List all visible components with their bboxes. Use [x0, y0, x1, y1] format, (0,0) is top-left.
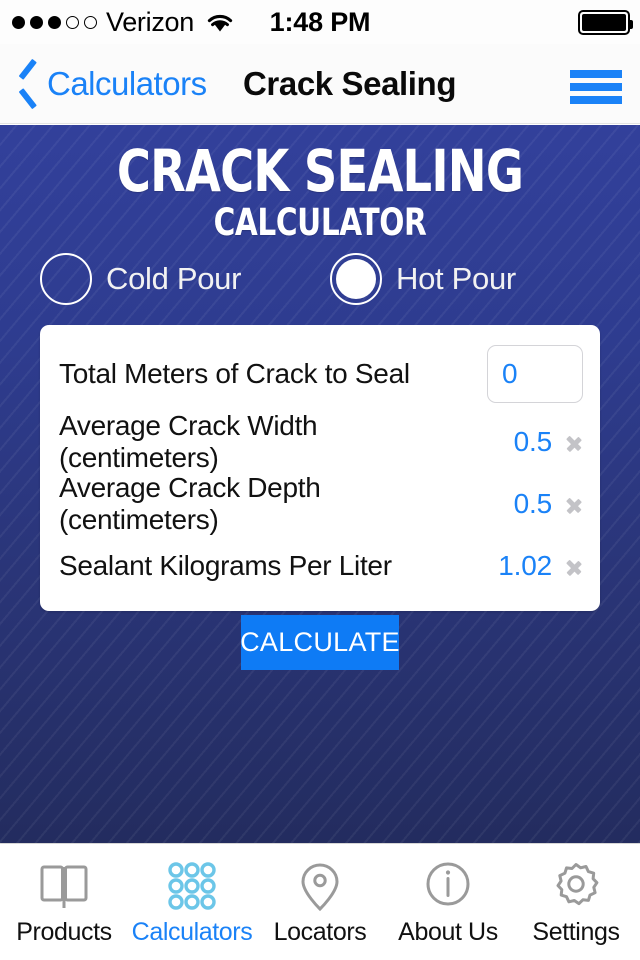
chevron-right-icon	[562, 553, 588, 579]
tab-label-about-us: About Us	[398, 918, 498, 946]
calculator-form-card: Total Meters of Crack to Seal 0 Average …	[40, 325, 600, 611]
app-screen: Verizon 1:48 PM Calculators Crack Sealin…	[0, 0, 640, 960]
back-button-label: Calculators	[47, 65, 207, 102]
form-value-sealant-kg-per-liter: 1.02	[498, 550, 552, 581]
hamburger-menu-icon[interactable]	[570, 70, 622, 104]
info-circle-icon	[417, 858, 479, 916]
map-pin-icon	[289, 858, 351, 916]
hero-subtitle: CALCULATOR	[213, 201, 427, 244]
grid-dots-icon	[161, 858, 223, 916]
tab-about-us[interactable]: About Us	[384, 844, 512, 960]
radio-label-hot-pour: Hot Pour	[396, 261, 516, 296]
chevron-right-icon	[562, 491, 588, 517]
pour-type-options: Cold Pour Hot Pour	[0, 253, 640, 313]
tab-settings[interactable]: Settings	[512, 844, 640, 960]
tab-label-calculators: Calculators	[131, 918, 253, 946]
radio-option-hot-pour[interactable]: Hot Pour	[330, 253, 516, 305]
chevron-left-icon	[18, 67, 38, 101]
total-meters-input[interactable]: 0	[487, 345, 583, 403]
tab-label-locators: Locators	[273, 918, 367, 946]
tab-products[interactable]: Products	[0, 844, 128, 960]
radio-option-cold-pour[interactable]: Cold Pour	[40, 253, 241, 305]
clock-label: 1:48 PM	[269, 6, 371, 37]
back-button[interactable]: Calculators	[18, 44, 207, 124]
tab-label-products: Products	[16, 918, 112, 946]
status-bar-right	[578, 0, 633, 44]
gear-icon	[545, 858, 607, 916]
form-label-sealant-kg-per-liter: Sealant Kilograms Per Liter	[59, 550, 392, 581]
book-icon	[33, 858, 95, 916]
calculate-button[interactable]: CALCULATE	[240, 615, 400, 670]
battery-icon	[578, 9, 633, 35]
hero-heading: CRACK SEALING CALCULATOR	[0, 125, 640, 243]
page-title: Crack Sealing	[243, 65, 457, 102]
radio-label-cold-pour: Cold Pour	[106, 261, 242, 296]
form-row-crack-width[interactable]: Average Crack Width (centimeters) 0.5	[40, 410, 600, 473]
tab-locators[interactable]: Locators	[256, 844, 384, 960]
form-row-total-meters[interactable]: Total Meters of Crack to Seal 0	[40, 337, 600, 411]
radio-circle-selected	[330, 253, 382, 305]
form-label-crack-width: Average Crack Width (centimeters)	[59, 410, 318, 473]
form-row-crack-depth[interactable]: Average Crack Depth (centimeters) 0.5	[40, 472, 600, 535]
radio-circle-unselected	[40, 253, 92, 305]
bottom-tab-bar: Products Calculators Locators About Us S…	[0, 843, 640, 960]
hero-title: CRACK SEALING	[116, 137, 524, 205]
status-bar: Verizon 1:48 PM	[0, 0, 640, 44]
tab-calculators[interactable]: Calculators	[128, 844, 256, 960]
form-value-crack-depth: 0.5	[513, 488, 553, 519]
navigation-bar: Calculators Crack Sealing	[0, 44, 640, 124]
form-value-crack-width: 0.5	[513, 426, 553, 457]
form-row-sealant-kg-per-liter[interactable]: Sealant Kilograms Per Liter 1.02	[40, 535, 600, 597]
form-label-crack-depth: Average Crack Depth (centimeters)	[59, 472, 321, 535]
tab-label-settings: Settings	[532, 918, 620, 946]
chevron-right-icon	[562, 429, 588, 455]
main-content-panel: CRACK SEALING CALCULATOR Cold Pour Hot P…	[0, 125, 640, 843]
